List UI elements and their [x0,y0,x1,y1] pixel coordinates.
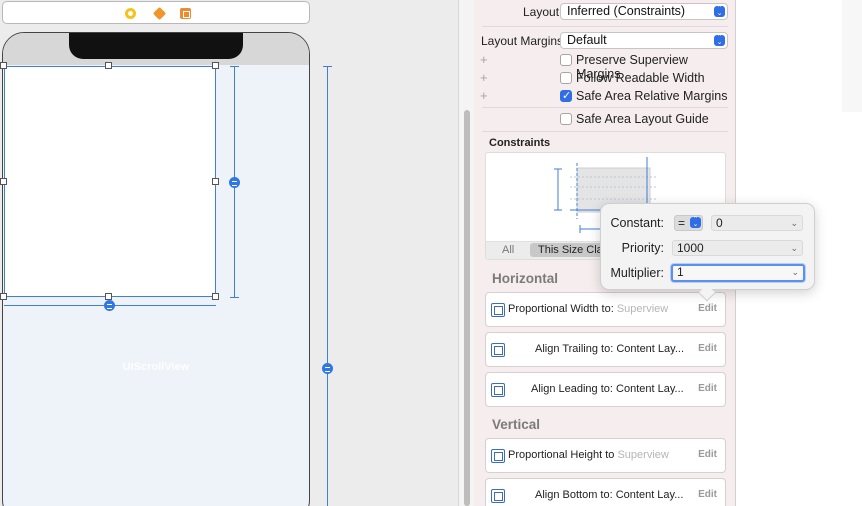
multiplier-value: 1 [677,265,684,279]
multiplier-field[interactable]: 1 ⌄ [671,264,805,282]
layout-margins-popup[interactable]: Default ⌃ ⌄ [560,32,728,49]
content-view[interactable] [4,66,216,297]
constraint-label: Proportional Width to: [508,303,614,315]
constraint-cap [230,297,239,298]
resize-handle-bottom-left[interactable] [0,293,7,300]
safe-area-layout-guide-checkbox[interactable] [560,113,572,125]
popup-chevron-icon: ⌃ ⌄ [690,216,701,228]
constraint-card-proportional-width[interactable]: Proportional Width to: Superview Edit [485,292,726,327]
relation-value: = [678,216,686,230]
canvas-scrollbar[interactable] [464,110,470,506]
layout-popup-value: Inferred (Constraints) [567,4,686,18]
constant-label: Constant: [610,216,664,230]
layout-label: Layout [523,5,560,19]
constraint-card-text: Align Bottom to: Content Lay... [535,489,683,501]
constraint-card-text: Proportional Width to: Superview [508,303,668,315]
priority-label: Priority: [621,241,664,255]
constraint-label: Align Leading to: [531,383,613,395]
align-trailing-icon [491,343,505,357]
constraint-cap [230,66,239,67]
constant-value: 0 [716,216,723,230]
follow-readable-width-label: Follow Readable Width [576,71,705,85]
edit-constraint-button[interactable]: Edit [698,303,717,314]
constraint-card-align-trailing[interactable]: Align Trailing to: Content Lay... Edit [485,332,726,367]
resize-handle-right[interactable] [212,178,219,185]
layout-margins-value: Default [567,33,607,47]
horizontal-section-title: Horizontal [492,271,558,286]
constraints-title: Constraints [489,137,551,149]
proportional-height-icon [491,449,505,463]
resize-handle-top-left[interactable] [0,62,7,69]
priority-value: 1000 [677,241,704,255]
safe-area-relative-margins-checkbox[interactable] [560,89,572,102]
popup-chevron-icon: ⌃ ⌄ [714,5,725,17]
safe-area-relative-margins-label: Safe Area Relative Margins [576,89,728,103]
separator [482,107,728,108]
scroll-view-label: UIScrollView [122,361,190,373]
constraint-card-proportional-height[interactable]: Proportional Height to Superview Edit [485,438,726,473]
proportional-width-icon [491,303,505,317]
constraint-card-align-bottom[interactable]: Align Bottom to: Content Lay... Edit [485,478,726,506]
view-controller-icon[interactable] [125,8,136,19]
resize-handle-top[interactable] [105,62,112,69]
align-bottom-icon [491,489,505,503]
edit-constraint-button[interactable]: Edit [698,489,717,500]
priority-field[interactable]: 1000 ⌄ [672,240,803,256]
constraint-card-text: Align Leading to: Content Lay... [531,383,684,395]
superview-height-line[interactable] [327,66,328,506]
constraint-target: Content Lay... [616,383,684,395]
equal-constraint-icon[interactable] [322,363,333,374]
relation-select[interactable]: = ⌃ ⌄ [674,215,703,231]
edit-constraint-button[interactable]: Edit [698,343,717,354]
first-responder-icon[interactable] [152,6,167,21]
layout-popup[interactable]: Inferred (Constraints) ⌃ ⌄ [560,3,728,20]
safe-area-layout-guide-label: Safe Area Layout Guide [576,112,709,126]
storyboard-canvas[interactable]: UIScrollView [0,0,458,506]
layout-margins-label: Layout Margins [481,34,564,48]
follow-readable-width-checkbox[interactable] [560,72,572,84]
resize-handle-top-right[interactable] [212,62,219,69]
constraint-card-align-leading[interactable]: Align Leading to: Content Lay... Edit [485,372,726,407]
constraint-card-text: Align Trailing to: Content Lay... [535,343,684,355]
constraint-label: Align Bottom to: [535,489,613,501]
constraint-target: Superview [617,449,669,461]
constraint-target: Content Lay... [616,343,684,355]
constraint-target: Superview [616,303,669,315]
constraint-target: Content Lay... [615,489,684,501]
resize-handle-bottom-right[interactable] [212,293,219,300]
equal-constraint-icon[interactable] [104,300,115,311]
add-variation-icon[interactable]: + [480,71,488,84]
constant-field[interactable]: 0 ⌄ [711,215,803,231]
constraint-cap [323,66,332,67]
adjacent-panel-strip [842,0,862,112]
device-notch [69,33,243,59]
constraint-card-text: Proportional Height to Superview [508,449,669,461]
constraint-label: Align Trailing to: [535,343,614,355]
popup-chevron-icon: ⌃ ⌄ [714,34,725,46]
edit-constraint-button[interactable]: Edit [698,449,717,460]
chevron-down-icon: ⌄ [790,243,798,253]
preserve-superview-margins-checkbox[interactable] [560,54,572,66]
resize-handle-left[interactable] [0,178,7,185]
edit-constraint-button[interactable]: Edit [698,383,717,394]
vertical-section-title: Vertical [492,417,541,432]
chevron-down-icon: ⌄ [791,267,799,277]
constraint-edit-popover: Constant: = ⌃ ⌄ 0 ⌄ Priority: 1000 ⌄ Mult… [600,203,815,302]
chevron-down-icon: ⌄ [790,218,798,228]
separator [482,131,728,132]
pane-divider[interactable] [458,0,474,506]
scene-dock [2,1,310,24]
separator [482,26,728,27]
equal-constraint-icon[interactable] [229,177,240,188]
align-leading-icon [491,383,505,397]
add-variation-icon[interactable]: + [480,89,488,102]
exit-icon[interactable] [180,8,191,19]
multiplier-label: Multiplier: [610,266,665,280]
constraint-label: Proportional Height to [508,449,615,461]
add-variation-icon[interactable]: + [480,53,488,66]
scope-all-tab[interactable]: All [502,244,514,256]
resize-handle-bottom[interactable] [105,293,112,300]
